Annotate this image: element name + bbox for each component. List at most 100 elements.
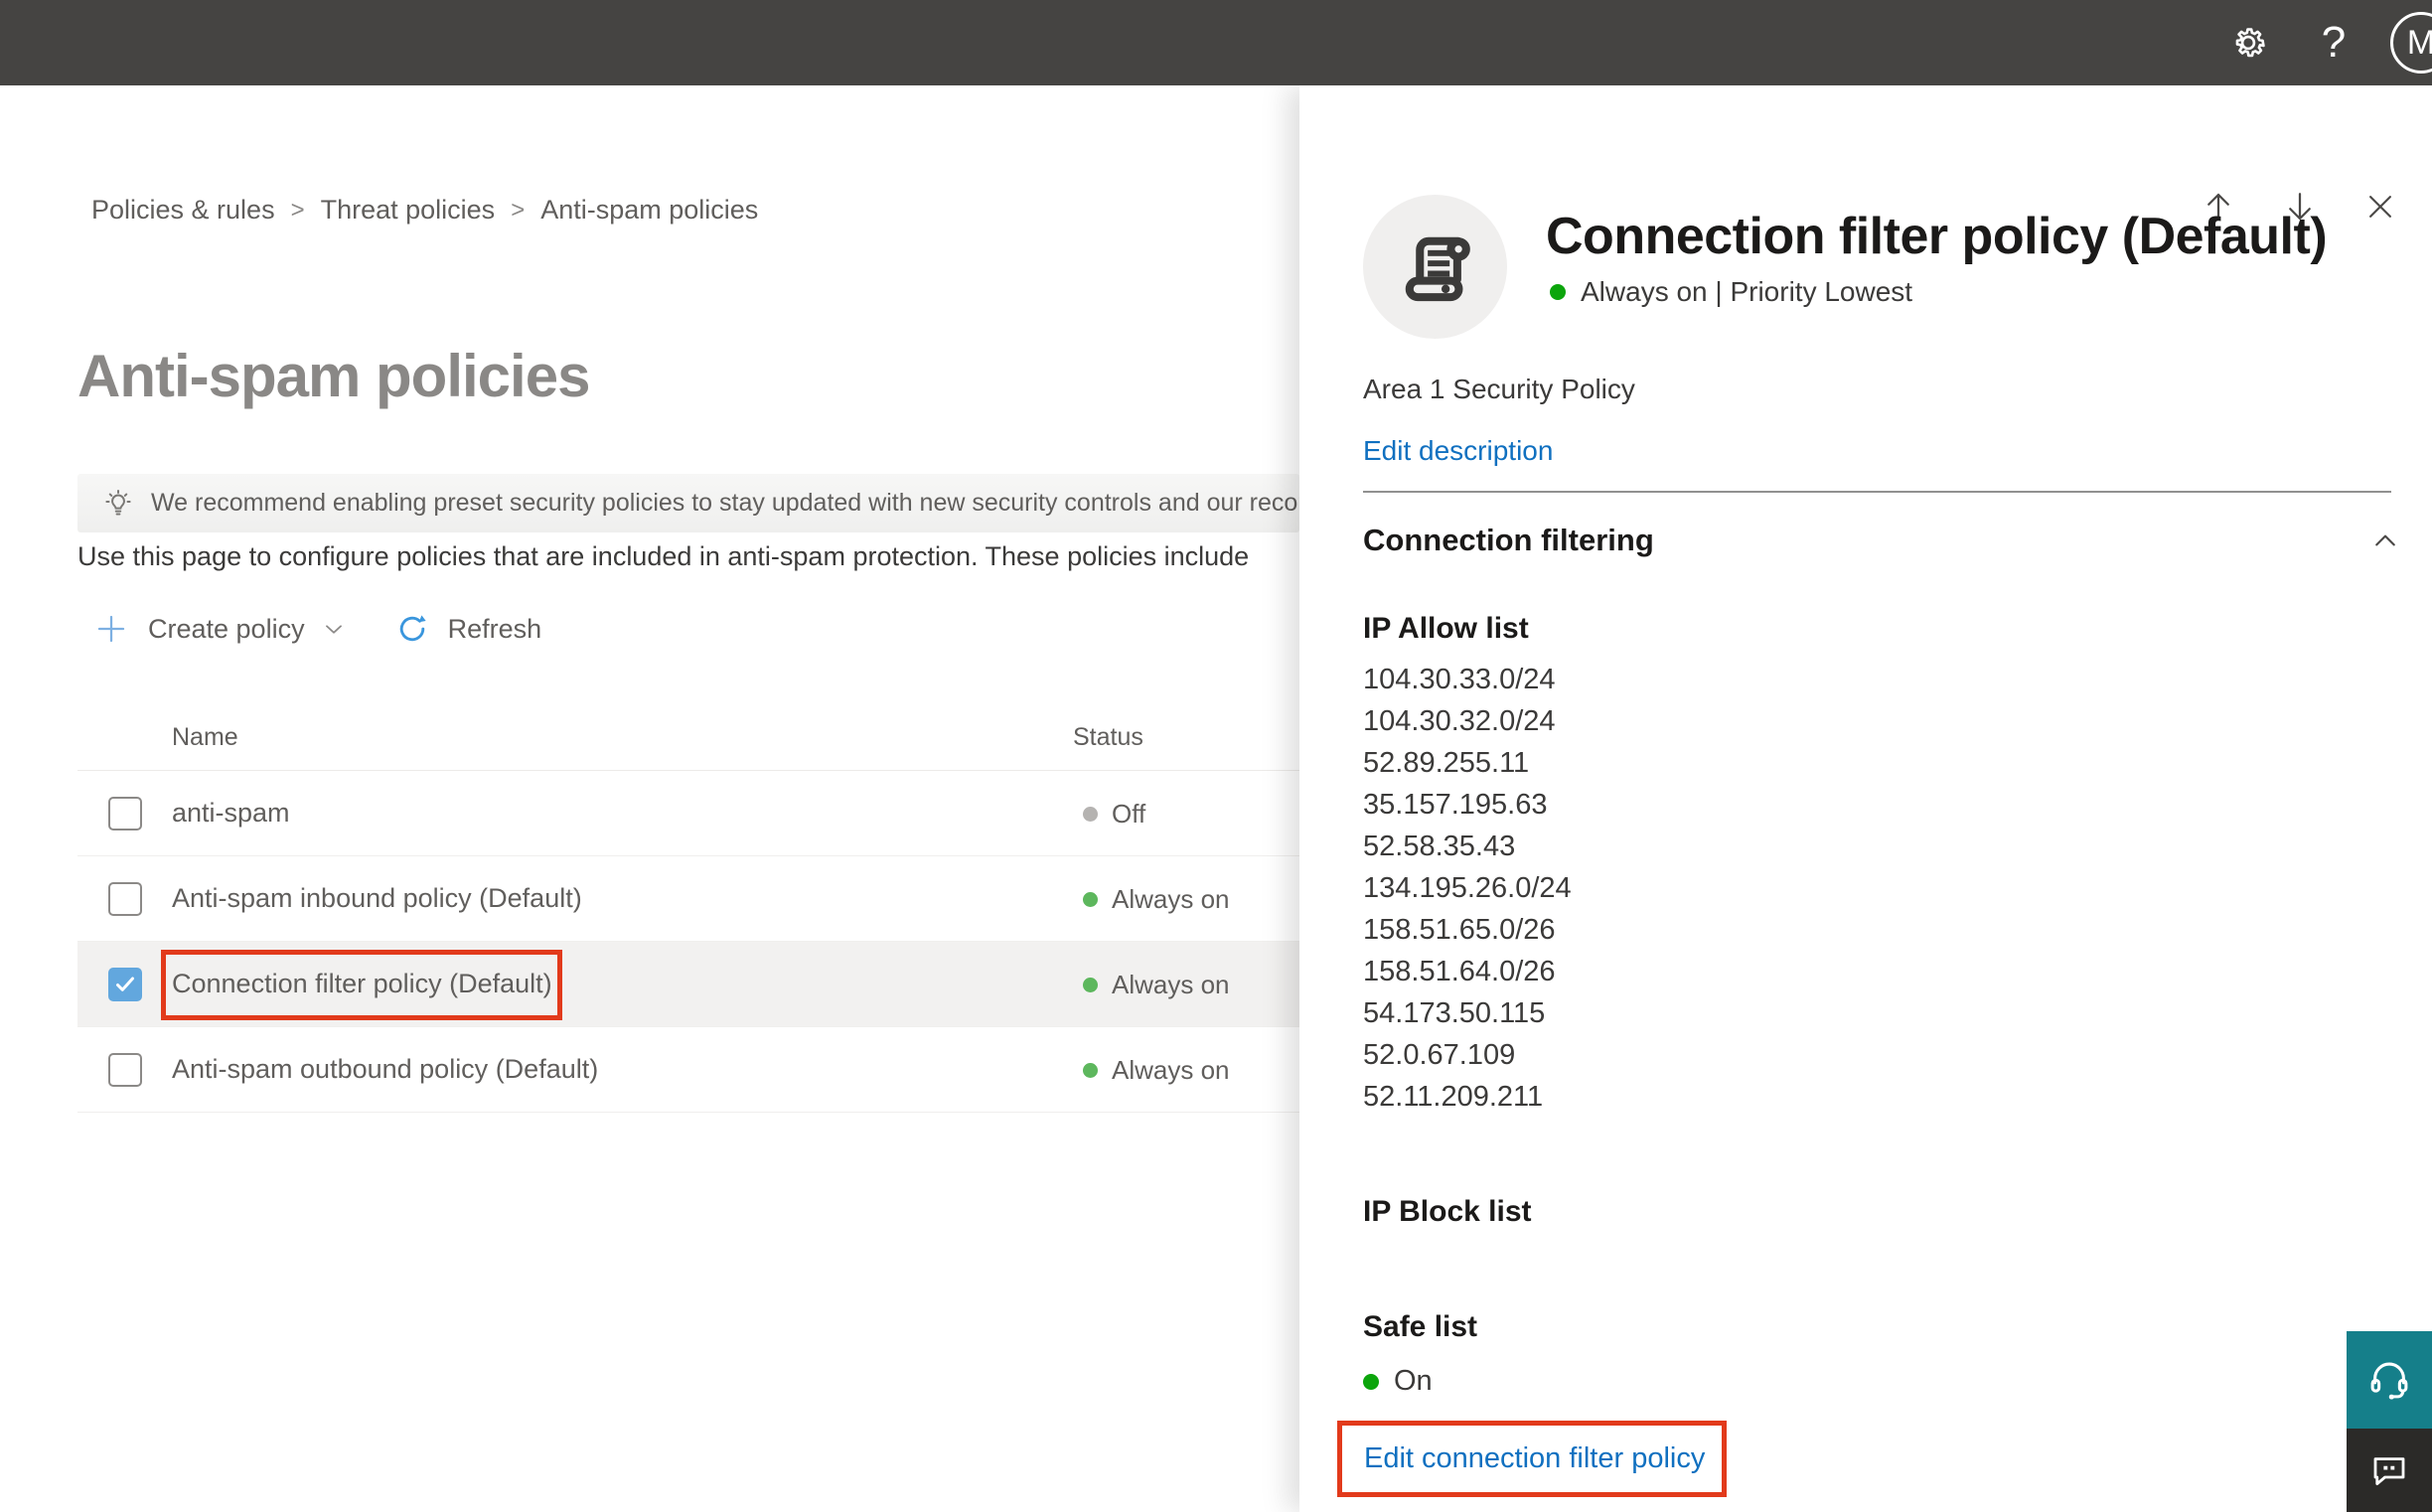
status-cell: Always on	[1083, 942, 1230, 1027]
help-icon: ?	[2321, 18, 2347, 67]
ip-address: 35.157.195.63	[1363, 789, 1548, 821]
row-checkbox[interactable]	[108, 1053, 142, 1087]
help-button[interactable]: ?	[2291, 0, 2376, 85]
close-flyout-button[interactable]	[2363, 190, 2397, 224]
breadcrumb-item[interactable]: Threat policies	[321, 195, 496, 226]
safe-list-heading: Safe list	[1363, 1310, 1478, 1343]
refresh-button[interactable]: Refresh	[347, 611, 541, 647]
scroll-icon	[1394, 226, 1477, 309]
flyout-panel: Connection filter policy (Default) Alway…	[1299, 85, 2432, 1512]
ip-block-list-heading: IP Block list	[1363, 1195, 1532, 1228]
banner-text: We recommend enabling preset security po…	[151, 489, 1299, 517]
column-header-status[interactable]: Status	[1073, 723, 1143, 752]
ip-address: 158.51.64.0/26	[1363, 956, 1556, 987]
annotation-box: Anti-spam inbound policy (Default)	[172, 883, 582, 914]
section-title: Connection filtering	[1363, 523, 1654, 557]
edit-description-label: Edit description	[1363, 435, 1554, 466]
policy-table: Name Status anti-spam Off Anti-spam inbo…	[77, 705, 1299, 1113]
row-checkbox[interactable]	[108, 797, 142, 831]
policy-name: Anti-spam inbound policy (Default)	[172, 883, 582, 913]
lightbulb-icon	[101, 487, 135, 521]
divider	[1363, 491, 2391, 493]
refresh-icon	[394, 611, 430, 647]
safe-list-status-text: On	[1394, 1365, 1433, 1397]
checkmark-icon	[116, 977, 134, 991]
settings-button[interactable]	[2205, 0, 2291, 85]
annotation-box: anti-spam	[172, 798, 290, 829]
status-cell: Always on	[1083, 856, 1230, 942]
row-checkbox[interactable]	[108, 968, 142, 1001]
flyout-status: Always on | Priority Lowest	[1550, 276, 1912, 308]
table-row[interactable]: Anti-spam inbound policy (Default) Alway…	[77, 856, 1299, 942]
status-dot	[1550, 284, 1566, 300]
column-header-name[interactable]: Name	[172, 723, 238, 752]
connection-filtering-section-header[interactable]: Connection filtering	[1363, 523, 2416, 558]
feedback-button[interactable]	[2347, 1429, 2432, 1512]
toolbar: Create policy Refresh	[94, 604, 541, 654]
plus-icon	[94, 612, 128, 646]
flyout-title: Connection filter policy (Default)	[1546, 208, 2328, 265]
annotation-box: Connection filter policy (Default)	[161, 950, 562, 1020]
table-body: anti-spam Off Anti-spam inbound policy (…	[77, 771, 1299, 1113]
annotation-box: Edit connection filter policy	[1337, 1421, 1727, 1497]
policy-name: anti-spam	[172, 798, 290, 828]
status-dot	[1083, 806, 1098, 822]
chevron-up-icon	[2370, 526, 2400, 555]
policy-name: Anti-spam outbound policy (Default)	[172, 1054, 599, 1084]
breadcrumb-item: Anti-spam policies	[540, 195, 759, 225]
ip-address: 134.195.26.0/24	[1363, 872, 1572, 904]
ip-address: 104.30.33.0/24	[1363, 664, 1556, 695]
top-app-bar: ? M	[0, 0, 2432, 85]
flyout-status-text: Always on | Priority Lowest	[1581, 276, 1913, 307]
row-checkbox[interactable]	[108, 882, 142, 916]
status-label: Off	[1112, 798, 1146, 829]
policy-icon-circle	[1363, 195, 1507, 339]
ip-address: 52.58.35.43	[1363, 831, 1516, 862]
table-header: Name Status	[77, 705, 1299, 771]
status-label: Always on	[1112, 1054, 1230, 1085]
edit-description-link[interactable]: Edit description	[1363, 435, 1553, 467]
support-button[interactable]	[2347, 1331, 2432, 1429]
recommendation-banner: We recommend enabling preset security po…	[77, 474, 1299, 532]
chat-icon	[2368, 1449, 2410, 1491]
create-policy-label: Create policy	[148, 613, 305, 644]
breadcrumb-item[interactable]: Policies & rules	[91, 195, 275, 226]
ip-address: 104.30.32.0/24	[1363, 705, 1556, 737]
policy-description: Area 1 Security Policy	[1363, 374, 1635, 404]
page-title: Anti-spam policies	[77, 343, 590, 409]
gear-icon	[2227, 22, 2269, 64]
status-dot	[1083, 891, 1098, 907]
ip-allow-list-heading: IP Allow list	[1363, 612, 1529, 645]
corner-buttons	[2347, 1331, 2432, 1512]
page-description: Use this page to configure policies that…	[77, 541, 1250, 571]
edit-connection-filter-policy-link[interactable]: Edit connection filter policy	[1364, 1442, 1705, 1475]
breadcrumb: Policies & rules > Threat policies > Anti-sp…	[91, 195, 758, 226]
status-label: Always on	[1112, 883, 1230, 914]
status-dot	[1363, 1373, 1379, 1390]
ip-address: 158.51.65.0/26	[1363, 914, 1556, 946]
create-policy-button[interactable]: Create policy	[94, 612, 347, 646]
account-avatar[interactable]: M	[2390, 12, 2432, 74]
status-label: Always on	[1112, 969, 1230, 999]
table-row[interactable]: Anti-spam outbound policy (Default) Alwa…	[77, 1027, 1299, 1113]
avatar-initial: M	[2406, 23, 2432, 62]
status-cell: Off	[1083, 771, 1145, 856]
chevron-down-icon	[321, 616, 347, 642]
table-row[interactable]: Connection filter policy (Default) Alway…	[77, 942, 1299, 1027]
breadcrumb-separator: >	[290, 196, 305, 224]
breadcrumb-separator: >	[511, 196, 526, 224]
close-icon	[2369, 196, 2391, 218]
safe-list-status: On	[1363, 1365, 1433, 1398]
ip-address: 52.89.255.11	[1363, 747, 1530, 779]
status-cell: Always on	[1083, 1027, 1230, 1113]
policy-name: Connection filter policy (Default)	[172, 969, 552, 998]
annotation-box: Anti-spam outbound policy (Default)	[172, 1054, 598, 1085]
ip-address: 52.11.209.211	[1363, 1081, 1544, 1113]
topbar-actions: ? M	[2205, 0, 2432, 85]
status-dot	[1083, 977, 1098, 992]
status-dot	[1083, 1062, 1098, 1078]
ip-address: 54.173.50.115	[1363, 997, 1546, 1029]
table-row[interactable]: anti-spam Off	[77, 771, 1299, 856]
ip-allow-list: 104.30.33.0/24 104.30.32.0/24 52.89.255.11…	[1363, 659, 1572, 1118]
ip-address: 52.0.67.109	[1363, 1039, 1516, 1071]
